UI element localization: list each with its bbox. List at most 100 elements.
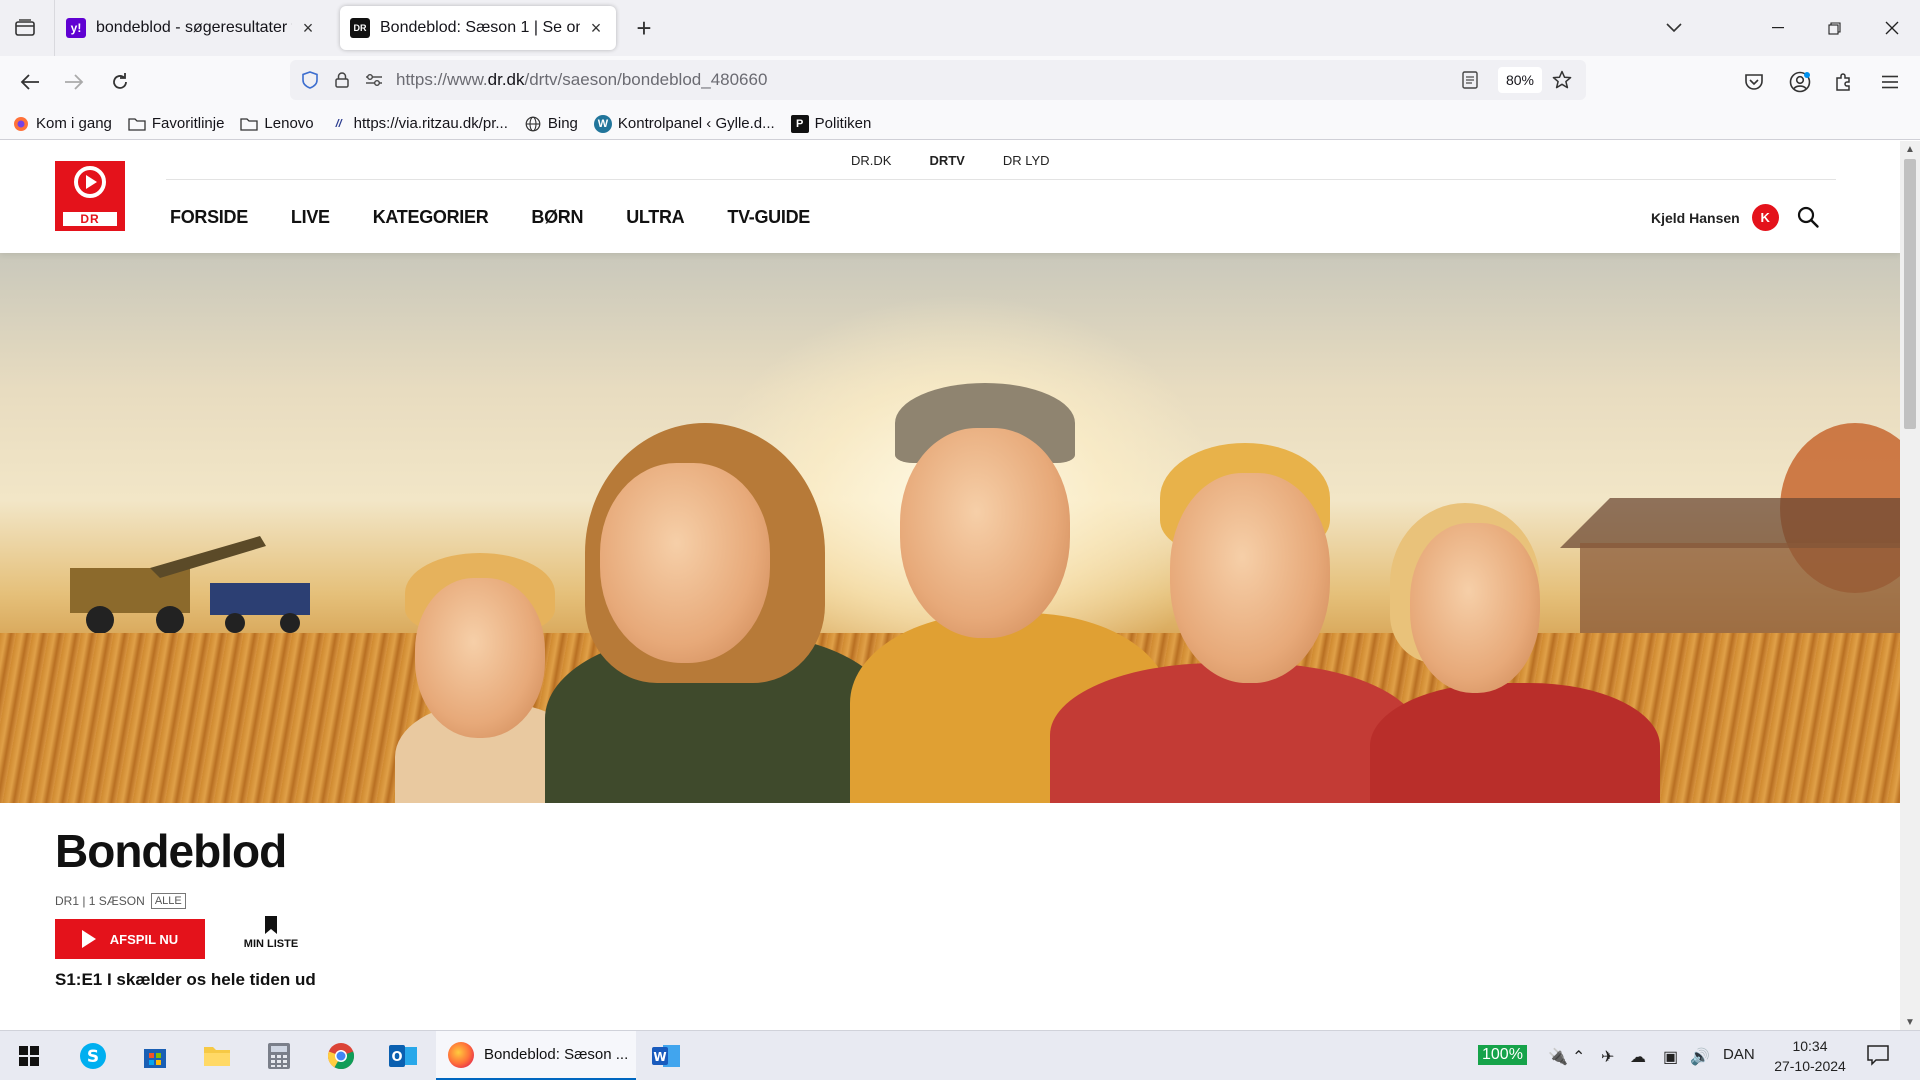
windows-start-button[interactable] <box>12 1039 46 1073</box>
chevron-up-icon[interactable]: ⌃ <box>1572 1047 1585 1067</box>
outlook-taskbar-button[interactable]: O <box>386 1039 420 1073</box>
scroll-up-arrow-icon[interactable]: ▲ <box>1900 141 1920 157</box>
url-text[interactable]: https://www.dr.dk/drtv/saeson/bondeblod_… <box>396 70 767 90</box>
file-explorer-taskbar-button[interactable] <box>200 1039 234 1073</box>
zoom-level-button[interactable]: 80% <box>1497 67 1542 93</box>
tab-bondeblod[interactable]: DR Bondeblod: Sæson 1 | Se online | DRTV… <box>340 6 616 50</box>
age-rating-badge: ALLE <box>150 893 186 909</box>
episode-title[interactable]: S1:E1 I skælder os hele tiden ud <box>55 970 316 990</box>
bookmark-lenovo[interactable]: Lenovo <box>240 115 314 133</box>
bookmark-ritzau[interactable]: // https://via.ritzau.dk/pr... <box>330 115 508 133</box>
onedrive-cloud-icon[interactable]: ☁ <box>1630 1047 1646 1067</box>
my-list-button[interactable]: MIN LISTE <box>241 916 301 950</box>
play-icon <box>81 930 96 948</box>
ritzau-icon: // <box>335 117 342 130</box>
nav-tv-guide[interactable]: TV-GUIDE <box>727 207 810 228</box>
notification-center-button[interactable] <box>1866 1044 1890 1066</box>
bookmark-bing[interactable]: Bing <box>524 115 578 133</box>
airplane-icon[interactable]: ✈ <box>1601 1047 1614 1067</box>
bookmark-politiken[interactable]: P Politiken <box>790 114 871 133</box>
tab-list-button[interactable] <box>8 12 42 44</box>
chevron-down-icon <box>1666 23 1682 33</box>
tracking-protection-shield-icon[interactable] <box>294 64 326 96</box>
lock-icon[interactable] <box>326 64 358 96</box>
play-now-button[interactable]: AFSPIL NU <box>55 919 205 959</box>
top-link-drlyd[interactable]: DR LYD <box>1003 153 1050 168</box>
tab-title: Bondeblod: Sæson 1 | Se online | DRTV <box>380 19 580 36</box>
clock[interactable]: 10:34 27-10-2024 <box>1770 1036 1850 1076</box>
nav-born[interactable]: BØRN <box>531 207 583 228</box>
extensions-button[interactable] <box>1826 64 1862 100</box>
user-profile-button[interactable]: Kjeld Hansen K <box>1651 204 1779 231</box>
top-link-drdk[interactable]: DR.DK <box>851 153 891 168</box>
globe-icon <box>524 115 542 133</box>
firefox-taskbar-label: Bondeblod: Sæson ... <box>484 1046 629 1063</box>
firefox-taskbar-button[interactable]: Bondeblod: Sæson ... <box>436 1031 636 1080</box>
forward-button[interactable] <box>56 64 92 100</box>
hero-image <box>0 253 1900 803</box>
bookmark-favoritlinje[interactable]: Favoritlinje <box>128 115 224 133</box>
input-language[interactable]: DAN <box>1723 1046 1755 1063</box>
back-button[interactable] <box>12 64 48 100</box>
bookmark-icon <box>265 916 277 934</box>
nav-ultra[interactable]: ULTRA <box>626 207 684 228</box>
tab-yahoo-search[interactable]: y! bondeblod - søgeresultater fra Yahoo … <box>56 6 328 50</box>
restore-icon <box>1827 21 1841 35</box>
page-scrollbar[interactable]: ▲ ▼ <box>1900 141 1920 1030</box>
permissions-icon[interactable] <box>358 64 390 96</box>
new-tab-button[interactable]: + <box>628 12 660 44</box>
wordpress-icon: W <box>593 114 612 133</box>
nav-forside[interactable]: FORSIDE <box>170 207 248 228</box>
word-taskbar-button[interactable]: W <box>649 1039 683 1073</box>
main-navigation: FORSIDE LIVE KATEGORIER BØRN ULTRA TV-GU… <box>170 207 853 228</box>
person-woman <box>545 423 895 803</box>
tab-title: bondeblod - søgeresultater fra Yahoo <box>96 19 292 36</box>
bookmark-kontrolpanel[interactable]: W Kontrolpanel ‹ Gylle.d... <box>593 114 775 133</box>
chrome-taskbar-button[interactable] <box>324 1039 358 1073</box>
volume-icon[interactable]: 🔊 <box>1690 1047 1710 1067</box>
my-list-label: MIN LISTE <box>243 938 299 950</box>
skype-taskbar-button[interactable]: S <box>76 1039 110 1073</box>
close-tab-icon[interactable]: × <box>586 18 606 38</box>
tab-separator <box>54 0 55 56</box>
folder-icon <box>204 1047 230 1066</box>
bookmark-star-button[interactable] <box>1546 64 1578 96</box>
show-info-card: Bondeblod DR1 | 1 SÆSON ALLE AFSPIL NU M… <box>35 804 1862 1030</box>
folder-icon <box>240 115 259 133</box>
close-window-button[interactable] <box>1870 8 1914 48</box>
app-menu-button[interactable] <box>1872 64 1908 100</box>
calculator-taskbar-button[interactable] <box>262 1039 296 1073</box>
reader-view-button[interactable] <box>1454 64 1486 96</box>
person-girl <box>1360 503 1660 803</box>
reload-icon <box>113 73 127 89</box>
battery-plug-icon[interactable]: 🔌 <box>1548 1047 1568 1067</box>
politiken-icon: P <box>790 114 809 133</box>
dr-logo-text: DR <box>63 212 117 226</box>
bookmark-kom-i-gang[interactable]: Kom i gang <box>12 115 112 133</box>
close-tab-icon[interactable]: × <box>298 18 318 38</box>
top-link-drtv[interactable]: DRTV <box>929 153 964 168</box>
windows-taskbar: S O Bondeblod: Sæson ... W 100% 🔌 ⌃ ✈ ☁ … <box>0 1030 1920 1080</box>
reload-button[interactable] <box>102 64 138 100</box>
store-taskbar-button[interactable] <box>138 1039 172 1073</box>
scroll-down-arrow-icon[interactable]: ▼ <box>1900 1014 1920 1030</box>
pocket-button[interactable] <box>1736 64 1772 100</box>
address-bar[interactable]: https://www.dr.dk/drtv/saeson/bondeblod_… <box>290 60 1586 100</box>
list-all-tabs-button[interactable] <box>1652 8 1696 48</box>
arrow-right-icon <box>65 74 84 90</box>
search-button[interactable] <box>1796 205 1822 231</box>
word-icon: W <box>652 1045 680 1067</box>
chrome-icon <box>327 1043 355 1070</box>
bookmark-label: Kontrolpanel ‹ Gylle.d... <box>617 115 775 132</box>
meet-now-icon[interactable]: ▣ <box>1663 1047 1678 1067</box>
battery-indicator[interactable]: 100% <box>1478 1045 1527 1065</box>
scrollbar-thumb[interactable] <box>1904 159 1916 429</box>
clock-time: 10:34 <box>1792 1038 1828 1054</box>
nav-live[interactable]: LIVE <box>291 207 330 228</box>
nav-kategorier[interactable]: KATEGORIER <box>373 207 489 228</box>
restore-button[interactable] <box>1812 8 1856 48</box>
dr-logo[interactable]: DR <box>55 161 125 231</box>
minimize-icon <box>1772 27 1784 29</box>
minimize-button[interactable] <box>1756 8 1800 48</box>
account-button[interactable] <box>1782 64 1818 100</box>
